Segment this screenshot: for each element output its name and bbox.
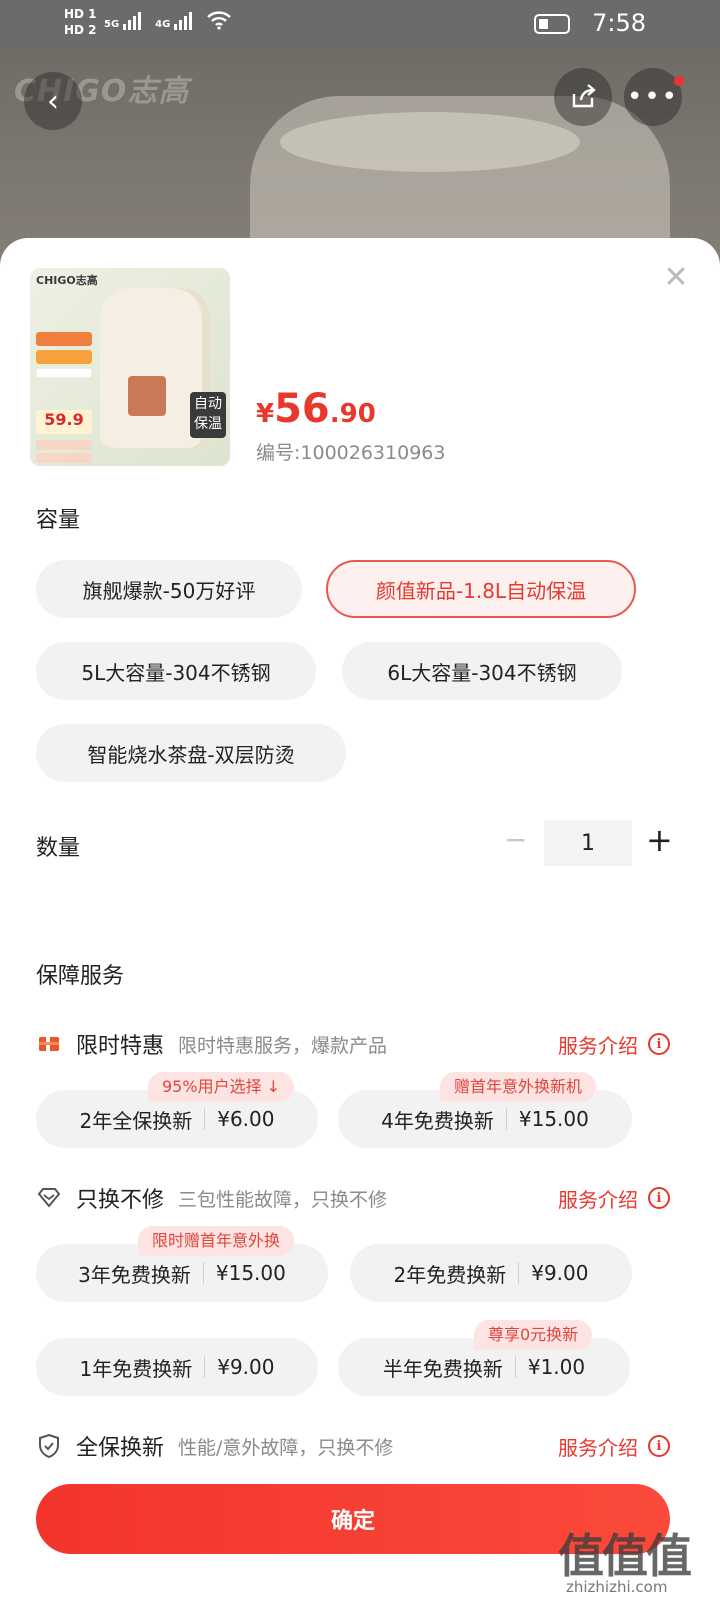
- service-info-link[interactable]: 服务介绍 i: [558, 1184, 670, 1213]
- badge-line2: 保温: [194, 416, 222, 432]
- option-tag: 限时赠首年意外换: [138, 1226, 295, 1256]
- option-price: ¥1.00: [527, 1355, 586, 1379]
- watermark-url: zhizhizhi.com: [566, 1578, 668, 1596]
- service-info-link[interactable]: 服务介绍 i: [558, 1030, 670, 1059]
- thumb-promo-tag: [36, 368, 92, 378]
- capacity-option-selected[interactable]: 颜值新品-1.8L自动保温: [326, 560, 636, 618]
- sku-selector-sheet: ✕ CHIGO志高 59.9 自动 保温 ¥56.90 编号:100026310…: [0, 238, 720, 1600]
- close-icon: ✕: [663, 260, 689, 295]
- diamond-icon: [36, 1185, 62, 1211]
- net2-label: 4G: [155, 19, 171, 30]
- hd-indicators: HD 1 HD 2: [64, 6, 97, 38]
- option-label: 1年免费换新: [79, 1356, 193, 1381]
- signal-indicators: 5G 4G: [104, 10, 232, 30]
- service-option[interactable]: 4年免费换新 ¥15.00 赠首年意外换新机: [338, 1072, 632, 1148]
- service-info-label: 服务介绍: [558, 1435, 638, 1460]
- option-label: 3年免费换新: [78, 1262, 191, 1287]
- service-info-link[interactable]: 服务介绍 i: [558, 1432, 670, 1461]
- option-price: ¥9.00: [217, 1355, 275, 1379]
- service-option[interactable]: 3年免费换新 ¥15.00 限时赠首年意外换: [36, 1226, 328, 1302]
- more-button[interactable]: •••: [624, 68, 682, 126]
- option-tag: 赠首年意外换新机: [440, 1072, 597, 1102]
- thumb-spec-tag: [36, 453, 92, 463]
- clock: 7:58: [592, 9, 646, 37]
- share-button[interactable]: [554, 68, 612, 126]
- capacity-option[interactable]: 旗舰爆款-50万好评: [36, 560, 302, 618]
- info-icon: i: [648, 1033, 670, 1055]
- option-tag: 95%用户选择 ↓: [148, 1072, 295, 1102]
- hd1-label: HD 1: [64, 7, 97, 21]
- quantity-title: 数量: [36, 836, 81, 861]
- option-label: 4年免费换新: [381, 1108, 494, 1133]
- price-symbol: ¥: [256, 399, 275, 429]
- service-option[interactable]: 1年免费换新 ¥9.00: [36, 1338, 318, 1396]
- option-price: ¥15.00: [215, 1261, 286, 1285]
- option-price: ¥9.00: [531, 1261, 589, 1285]
- thumb-promo-tag: [36, 332, 92, 346]
- net1-label: 5G: [104, 19, 120, 30]
- service-group-header: 限时特惠 限时特惠服务，爆款产品 服务介绍 i: [36, 1024, 684, 1064]
- backdrop-kettle-lid: [280, 112, 580, 172]
- close-button[interactable]: ✕: [662, 263, 690, 293]
- thumb-kettle-display: [128, 376, 166, 416]
- option-price: ¥15.00: [518, 1107, 589, 1131]
- service-option[interactable]: 2年免费换新 ¥9.00: [350, 1244, 632, 1302]
- hd2-label: HD 2: [64, 23, 97, 37]
- thumb-promo-tag: [36, 350, 92, 364]
- chevron-left-icon: ‹: [47, 83, 59, 119]
- info-icon: i: [648, 1187, 670, 1209]
- signal-5g: 5G: [104, 12, 142, 30]
- thumb-price: 59.9: [36, 410, 92, 434]
- badge-line1: 自动: [194, 396, 222, 412]
- service-info-label: 服务介绍: [558, 1187, 638, 1212]
- thumb-auto-warm-badge: 自动 保温: [190, 392, 226, 438]
- price-decimal: .90: [329, 399, 376, 429]
- capacity-title: 容量: [36, 508, 81, 533]
- capacity-option[interactable]: 6L大容量-304不锈钢: [342, 642, 622, 700]
- status-bar: HD 1 HD 2 5G 4G 7:58: [0, 0, 720, 48]
- sku-number: 编号:100026310963: [256, 442, 446, 464]
- service-desc: 限时特惠服务，爆款产品: [178, 1034, 388, 1057]
- quantity-decrease-button[interactable]: −: [504, 826, 528, 858]
- option-label: 2年全保换新: [79, 1108, 193, 1133]
- product-thumbnail[interactable]: CHIGO志高 59.9 自动 保温: [30, 268, 230, 466]
- option-label: 半年免费换新: [382, 1356, 503, 1381]
- gift-box-icon: [36, 1031, 62, 1057]
- quantity-increase-button[interactable]: +: [646, 824, 673, 856]
- service-group-header: 全保换新 性能/意外故障，只换不修 服务介绍 i: [36, 1426, 684, 1466]
- battery-icon: [534, 14, 570, 34]
- service-option[interactable]: 半年免费换新 ¥1.00 尊享0元换新: [338, 1320, 630, 1396]
- option-price: ¥6.00: [217, 1107, 275, 1131]
- signal-4g: 4G: [155, 12, 193, 30]
- thumb-brand: CHIGO志高: [36, 274, 98, 287]
- service-name: 全保换新: [76, 1436, 165, 1461]
- more-dots-icon: •••: [626, 82, 679, 112]
- watermark-logo: 值值值: [558, 1529, 692, 1583]
- product-price: ¥56.90: [256, 386, 376, 432]
- info-icon: i: [648, 1435, 670, 1457]
- quantity-input[interactable]: 1: [544, 820, 632, 866]
- option-label: 2年免费换新: [393, 1262, 507, 1287]
- services-title: 保障服务: [36, 964, 125, 989]
- service-info-label: 服务介绍: [558, 1033, 638, 1058]
- wifi-icon: [207, 11, 232, 30]
- back-button[interactable]: ‹: [24, 72, 82, 130]
- service-desc: 三包性能故障，只换不修: [178, 1188, 388, 1211]
- service-option[interactable]: 2年全保换新 ¥6.00 95%用户选择 ↓: [36, 1072, 318, 1148]
- price-integer: 56: [274, 386, 330, 432]
- share-icon: [572, 84, 596, 108]
- service-name: 限时特惠: [76, 1034, 165, 1059]
- service-group-header: 只换不修 三包性能故障，只换不修 服务介绍 i: [36, 1178, 684, 1218]
- service-name: 只换不修: [76, 1188, 165, 1213]
- service-desc: 性能/意外故障，只换不修: [178, 1436, 394, 1459]
- capacity-option[interactable]: 5L大容量-304不锈钢: [36, 642, 316, 700]
- option-tag: 尊享0元换新: [474, 1320, 593, 1350]
- shield-check-icon: [36, 1433, 62, 1459]
- capacity-option[interactable]: 智能烧水茶盘-双层防烫: [36, 724, 346, 782]
- thumb-spec-tag: [36, 440, 92, 450]
- notification-dot: [674, 76, 684, 86]
